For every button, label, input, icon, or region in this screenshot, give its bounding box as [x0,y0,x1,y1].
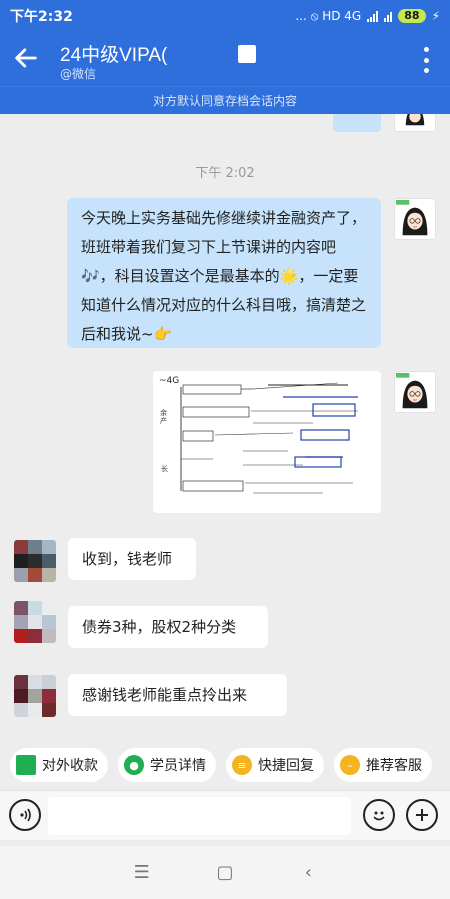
recommend-icon: – [340,755,360,775]
chat-header: 24中级VIPA( @微信 [0,32,450,86]
menu-nav-icon[interactable]: ☰ [130,862,154,883]
quick-action-bar: 对外收款 ● 学员详情 ≡ 快捷回复 – 推荐客服 [0,744,450,786]
stop-icon[interactable] [238,45,256,63]
home-nav-icon[interactable]: ▢ [213,862,237,883]
payment-icon [16,755,36,775]
chat-subtitle: @微信 [60,67,97,81]
voice-icon[interactable] [9,799,41,831]
svg-text:余: 余 [160,408,167,417]
chat-title: 24中级VIPA( [60,45,168,66]
recommend-service-label: 推荐客服 [366,758,422,774]
teacher-message-bubble[interactable]: 今天晚上实务基础先修继续讲金融资产了，班班带着我们复习下上节课讲的内容吧🎶，科目… [67,198,381,348]
student-icon: ● [124,755,144,775]
status-bar: 下午2:32 ... ⦸ HD 4G 88 ⚡ [0,0,450,32]
battery-icon: 88 [398,9,426,23]
student-message-bubble[interactable]: 收到，钱老师 [68,538,196,580]
charging-icon: ⚡ [431,9,440,23]
system-navigation-bar: ☰ ▢ ‹ [0,846,450,899]
message-input[interactable] [48,797,351,835]
status-indicators: ... ⦸ HD 4G [295,8,362,23]
student-avatar[interactable] [14,601,56,643]
teacher-avatar[interactable] [394,371,436,413]
wifi-icon [384,11,393,22]
recommend-service-button[interactable]: – 推荐客服 [334,748,432,782]
student-avatar[interactable] [14,540,56,582]
consent-banner: 对方默认同意存档会话内容 [0,86,450,114]
teacher-avatar[interactable] [394,114,436,132]
chat-area[interactable]: 下午 2:02 今天晚上实务基础先修继续讲金融资产了，班班带着我们复习下上节课讲… [0,114,450,734]
plus-icon[interactable] [406,799,438,831]
student-details-label: 学员详情 [150,758,206,774]
svg-text:产: 产 [160,416,167,425]
input-bar [0,790,450,840]
emoji-icon[interactable] [363,799,395,831]
signal-icon [367,10,379,22]
payment-button[interactable]: 对外收款 [10,748,108,782]
quick-reply-icon: ≡ [232,755,252,775]
svg-text:长: 长 [161,464,168,473]
student-avatar[interactable] [14,675,56,717]
svg-text:~4G: ~4G [159,376,179,386]
student-message-bubble[interactable]: 债券3种，股权2种分类 [68,606,268,648]
quick-reply-label: 快捷回复 [258,758,314,774]
student-details-button[interactable]: ● 学员详情 [118,748,216,782]
teacher-avatar[interactable] [394,198,436,240]
notes-image-message[interactable]: ~4G 余 产 长 [153,371,381,513]
status-time: 下午2:32 [10,9,73,25]
message-timestamp: 下午 2:02 [195,166,255,181]
back-nav-icon[interactable]: ‹ [296,862,320,883]
more-vertical-icon[interactable] [424,47,430,73]
payment-label: 对外收款 [42,758,98,774]
previous-message-bubble[interactable] [333,114,381,132]
back-arrow-icon[interactable] [12,44,40,72]
student-message-bubble[interactable]: 感谢钱老师能重点拎出来 [68,674,287,716]
quick-reply-button[interactable]: ≡ 快捷回复 [226,748,324,782]
